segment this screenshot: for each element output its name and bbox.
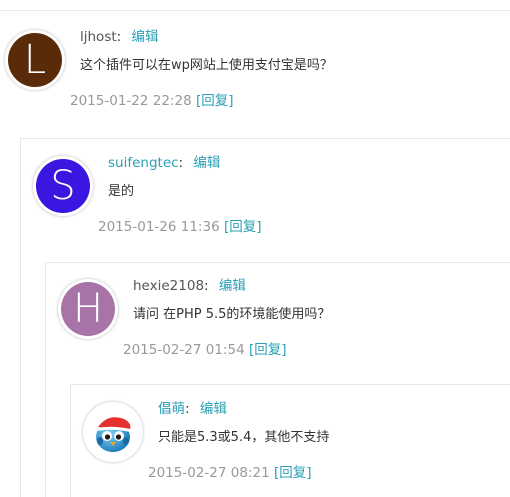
comment-date: 2015-01-22 22:28 xyxy=(70,93,192,109)
author-separator: : xyxy=(178,155,184,171)
comment-date: 2015-02-27 08:21 xyxy=(148,465,270,481)
edit-link[interactable]: 编辑 xyxy=(193,155,220,171)
avatar-letter: H xyxy=(61,282,115,336)
author-separator: : xyxy=(116,29,122,45)
comment-meta: hexie2108: 编辑 xyxy=(133,277,246,295)
comment-text: 这个插件可以在wp网站上使用支付宝是吗？ xyxy=(80,58,333,73)
edit-link[interactable]: 编辑 xyxy=(200,401,227,417)
author-separator: : xyxy=(204,278,209,294)
avatar-letter: L xyxy=(8,33,62,87)
separator-line xyxy=(0,10,510,11)
reply-link[interactable]: [回复] xyxy=(224,219,262,235)
avatar[interactable]: S xyxy=(33,156,93,216)
reply-link[interactable]: [回复] xyxy=(196,93,234,109)
comment-author: hexie2108 xyxy=(133,278,205,294)
comment-date-line: 2015-02-27 01:54 [回复] xyxy=(123,341,287,359)
comment-date-line: 2015-01-26 11:36 [回复] xyxy=(98,218,262,236)
author-separator: : xyxy=(185,401,190,417)
blue-bird-santa-hat-icon xyxy=(86,405,140,459)
avatar[interactable]: L xyxy=(5,30,65,90)
avatar[interactable]: H xyxy=(58,279,118,339)
edit-link[interactable]: 编辑 xyxy=(219,278,246,294)
avatar-letter: S xyxy=(36,159,90,213)
avatar[interactable] xyxy=(83,402,143,462)
comment-date: 2015-01-26 11:36 xyxy=(98,219,220,235)
comment-author-link[interactable]: 倡萌 xyxy=(158,401,185,417)
comment-date-line: 2015-01-22 22:28 [回复] xyxy=(70,92,234,110)
comment-author-link[interactable]: suifengtec xyxy=(108,155,179,171)
comment-meta: 倡萌: 编辑 xyxy=(158,400,227,418)
comment-author: ljhost xyxy=(80,29,117,45)
comment-date-line: 2015-02-27 08:21 [回复] xyxy=(148,464,312,482)
comment-meta: ljhost: 编辑 xyxy=(80,28,159,46)
comment-meta: suifengtec: 编辑 xyxy=(108,154,220,172)
reply-link[interactable]: [回复] xyxy=(249,342,287,358)
comment-text: 只能是5.3或5.4，其他不支持 xyxy=(158,430,330,445)
edit-link[interactable]: 编辑 xyxy=(132,29,159,45)
comment-text: 是的 xyxy=(108,184,135,199)
comment-date: 2015-02-27 01:54 xyxy=(123,342,245,358)
reply-link[interactable]: [回复] xyxy=(274,465,312,481)
comment-text: 请问 在PHP 5.5的环境能使用吗？ xyxy=(133,307,331,322)
